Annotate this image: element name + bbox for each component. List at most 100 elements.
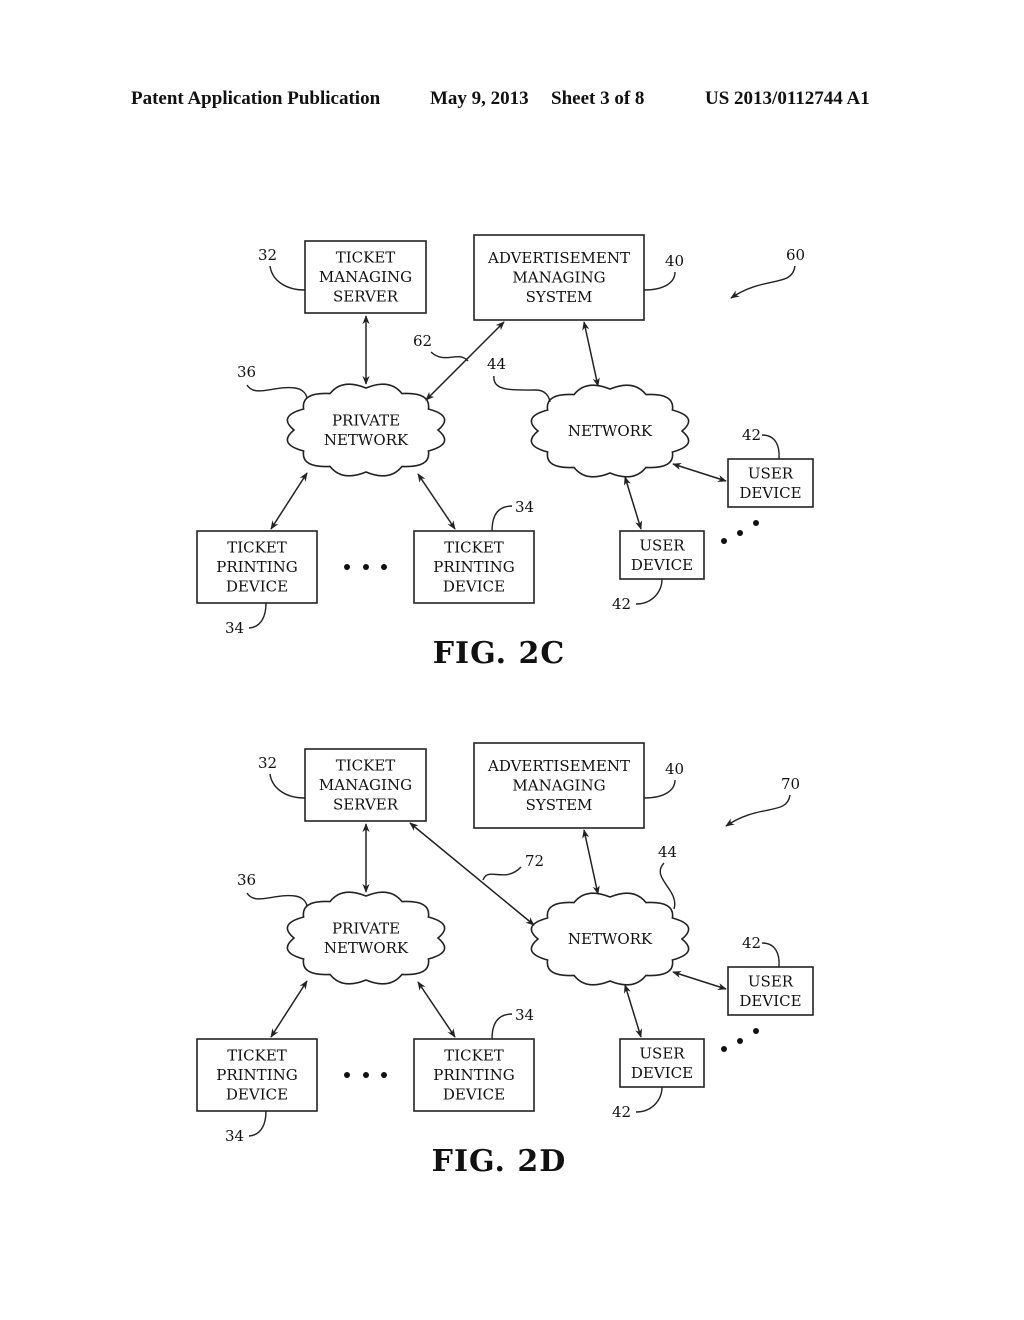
- private-network: PRIVATE NETWORK: [286, 383, 446, 477]
- private-network-label-line: NETWORK: [324, 431, 409, 449]
- figure-caption: FIG. 2D: [432, 1144, 567, 1179]
- system-pointer-arrow: [725, 794, 791, 827]
- ellipsis-ticket-printing-devices: [344, 1072, 387, 1078]
- ellipsis-dot: [721, 1046, 727, 1052]
- ticket-managing-server-label-line: TICKET: [336, 757, 396, 775]
- user-device-1-label-line: DEVICE: [739, 484, 801, 502]
- advertisement-managing-system-label-line: ADVERTISEMENT: [487, 757, 630, 775]
- ref-private-network: 36: [237, 871, 256, 889]
- user-device-1: USER DEVICE: [727, 966, 814, 1016]
- ticket-printing-device-1-label-line: PRINTING: [216, 558, 297, 576]
- ellipsis-dot: [363, 564, 369, 570]
- leader-network: [659, 862, 676, 910]
- leader-user-device-1: [761, 434, 780, 460]
- ticket-managing-server-label-line: MANAGING: [319, 776, 412, 794]
- leader-private-network: [246, 892, 308, 907]
- ticket-printing-device-1: TICKETPRINTING DEVICE: [196, 530, 318, 604]
- ellipsis-dot: [753, 520, 759, 526]
- ref-advertisement-managing-system: 40: [665, 760, 684, 778]
- connection-private-network-printer-2: [417, 981, 456, 1038]
- connection-network-user-device-2: [623, 476, 643, 530]
- ticket-printing-device-1-label-line: PRINTING: [216, 1066, 297, 1084]
- advertisement-managing-system: ADVERTISEMENT MANAGINGSYSTEM: [473, 234, 645, 321]
- network: NETWORK: [530, 384, 690, 478]
- advertisement-managing-system-label-line: SYSTEM: [526, 796, 593, 814]
- ticket-printing-device-2-label-line: PRINTING: [433, 1066, 514, 1084]
- advertisement-managing-system: ADVERTISEMENT MANAGINGSYSTEM: [473, 742, 645, 829]
- ref-ticket-managing-server: 32: [258, 754, 277, 772]
- system-reference-number: 60: [786, 246, 805, 264]
- leader-ticket-printing-device-2: [491, 505, 513, 532]
- leader-user-device-1: [761, 942, 780, 968]
- ticket-printing-device-2-label-line: DEVICE: [443, 1086, 505, 1104]
- ref-advertisement-managing-system: 40: [665, 252, 684, 270]
- figure-2d: TICKETMANAGINGSERVERADVERTISEMENTMANAGIN…: [196, 742, 814, 1179]
- advertisement-managing-system-label-line: ADVERTISEMENT: [487, 249, 630, 267]
- leader-ticket-managing-server: [269, 265, 306, 291]
- private-network-label-line: NETWORK: [324, 939, 409, 957]
- connection-private-network-printer-1: [270, 980, 308, 1038]
- ellipsis-dot: [737, 530, 743, 536]
- ticket-printing-device-1: TICKETPRINTING DEVICE: [196, 1038, 318, 1112]
- connection-private-network-printer-2: [417, 473, 456, 530]
- user-device-2-label-line: USER: [639, 1044, 685, 1062]
- user-device-2-label-line: DEVICE: [631, 1064, 693, 1082]
- ellipsis-user-devices: [721, 520, 759, 544]
- ticket-printing-device-1-label-line: TICKET: [227, 539, 287, 557]
- user-device-1-label-line: USER: [748, 464, 794, 482]
- ticket-printing-device-2-label-line: DEVICE: [443, 578, 505, 596]
- system-reference-number: 70: [781, 775, 800, 793]
- leader-advertisement-managing-system: [643, 271, 676, 291]
- connection-network-user-device-1: [672, 463, 727, 482]
- ref-ticket-printing-device-2: 34: [515, 1006, 534, 1024]
- user-device-1: USER DEVICE: [727, 458, 814, 508]
- advertisement-managing-system-label-line: SYSTEM: [526, 288, 593, 306]
- ticket-printing-device-1-label-line: TICKET: [227, 1047, 287, 1065]
- leader-advertisement-managing-system: [643, 779, 676, 799]
- ellipsis-dot: [363, 1072, 369, 1078]
- ticket-printing-device-1-label-line: DEVICE: [226, 578, 288, 596]
- connection-ad-system-network: [582, 321, 600, 387]
- ref-private-network: 36: [237, 363, 256, 381]
- ticket-managing-server-label-line: MANAGING: [319, 268, 412, 286]
- ticket-printing-device-2: TICKETPRINTING DEVICE: [413, 530, 535, 604]
- ticket-printing-device-1-label-line: DEVICE: [226, 1086, 288, 1104]
- connection-private-network-printer-1: [270, 472, 308, 530]
- leader-ticket-printing-device-1: [248, 602, 267, 629]
- leader-ticket-managing-server: [269, 773, 306, 799]
- leader-user-device-2: [635, 578, 663, 605]
- ellipsis-dot: [381, 1072, 387, 1078]
- user-device-1-label-line: USER: [748, 972, 794, 990]
- leader-network: [493, 375, 551, 403]
- user-device-2-label-line: USER: [639, 536, 685, 554]
- ellipsis-dot: [381, 564, 387, 570]
- link-reference-number: 62: [413, 332, 432, 350]
- ticket-printing-device-2-label-line: TICKET: [444, 539, 504, 557]
- network: NETWORK: [530, 892, 690, 986]
- ellipsis-user-devices: [721, 1028, 759, 1052]
- ref-user-device-1: 42: [742, 934, 761, 952]
- ticket-printing-device-2-label-line: TICKET: [444, 1047, 504, 1065]
- ticket-managing-server-label-line: SERVER: [333, 288, 399, 306]
- ref-user-device-2: 42: [612, 595, 631, 613]
- ticket-managing-server-label-line: SERVER: [333, 796, 399, 814]
- ticket-printing-device-2-label-line: PRINTING: [433, 558, 514, 576]
- user-device-2: USER DEVICE: [619, 1038, 705, 1088]
- private-network-label-line: PRIVATE: [332, 919, 400, 937]
- user-device-1-label-line: DEVICE: [739, 992, 801, 1010]
- figure-caption: FIG. 2C: [433, 636, 566, 671]
- ticket-managing-server: TICKETMANAGING SERVER: [304, 748, 427, 822]
- advertisement-managing-system-label-line: MANAGING: [512, 269, 605, 287]
- network-label-line: NETWORK: [568, 930, 653, 948]
- ref-ticket-printing-device-1: 34: [225, 1127, 244, 1145]
- ellipsis-ticket-printing-devices: [344, 564, 387, 570]
- connection-network-user-device-2: [623, 984, 643, 1038]
- ticket-managing-server: TICKETMANAGING SERVER: [304, 240, 427, 314]
- link-leader-line: [430, 351, 469, 362]
- ref-network: 44: [658, 843, 677, 861]
- ellipsis-dot: [344, 1072, 350, 1078]
- link-reference-number: 72: [525, 852, 544, 870]
- user-device-2: USER DEVICE: [619, 530, 705, 580]
- network-label-line: NETWORK: [568, 422, 653, 440]
- figure-2c: TICKET MANAGING SERVER ADVERTISEMENT MANAGIN…: [196, 234, 814, 671]
